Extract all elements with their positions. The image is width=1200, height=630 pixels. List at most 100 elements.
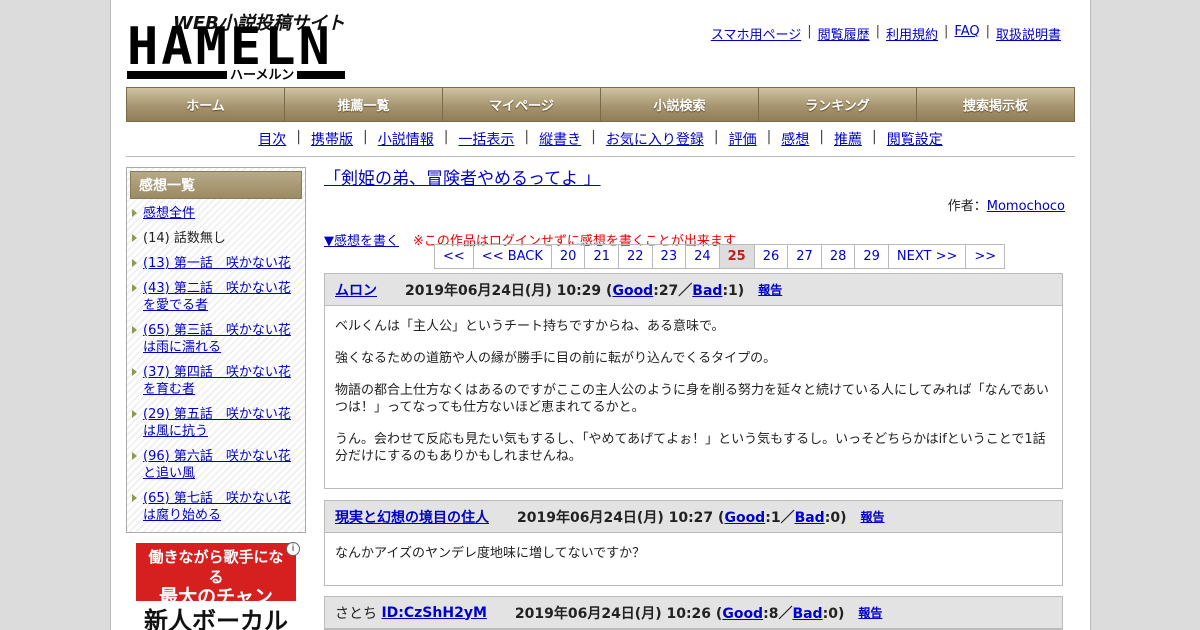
nav-ranking[interactable]: ランキング: [759, 88, 917, 121]
pager-page[interactable]: 20: [552, 245, 586, 268]
pager-page[interactable]: 27: [788, 245, 822, 268]
sidebar-item-label[interactable]: (65) 第七話 咲かない花は腐り始める: [143, 491, 291, 523]
separator: |: [443, 129, 449, 145]
bullet-triangle-icon: [132, 259, 137, 267]
pager-page[interactable]: 21: [585, 245, 619, 268]
toplink-smartphone[interactable]: スマホ用ページ: [711, 24, 801, 43]
nav-board[interactable]: 捜索掲示板: [917, 88, 1074, 121]
pager-page[interactable]: 22: [619, 245, 653, 268]
good-link[interactable]: Good: [612, 283, 653, 299]
commenter-name[interactable]: ムロン: [335, 280, 377, 300]
subnav-favorite[interactable]: お気に入り登録: [606, 129, 704, 149]
comment-body: なんかアイズのヤンデレ度地味に増してないですか？: [325, 533, 1062, 585]
main-content: 「剣姫の弟、冒険者やめるってよ 」 作者：Momochoco ▼感想を書く ※この…: [324, 164, 1065, 630]
sidebar-item[interactable]: (96) 第六話 咲かない花と追い風: [130, 448, 302, 482]
toplink-manual[interactable]: 取扱説明書: [996, 24, 1061, 43]
subnav-info[interactable]: 小説情報: [378, 129, 434, 149]
subnav-bulk[interactable]: 一括表示: [458, 129, 514, 149]
pager-page[interactable]: 28: [822, 245, 856, 268]
pager-page[interactable]: 23: [653, 245, 687, 268]
nav-recommend[interactable]: 推薦一覧: [285, 88, 443, 121]
pager-page[interactable]: 26: [755, 245, 789, 268]
novel-title[interactable]: 「剣姫の弟、冒険者やめるってよ 」: [324, 164, 601, 189]
sidebar-item[interactable]: (65) 第七話 咲かない花は腐り始める: [130, 490, 302, 524]
bullet-triangle-icon: [132, 452, 137, 460]
subnav-rate[interactable]: 評価: [729, 129, 757, 149]
ad-banner[interactable]: 働きながら歌手になる 最大のチャンス!! 新人ボーカル i: [136, 542, 300, 630]
subnav-recommend[interactable]: 推薦: [834, 129, 862, 149]
separator: |: [807, 24, 812, 39]
ad-line1: 働きながら歌手になる: [148, 548, 284, 586]
sidebar-item[interactable]: (65) 第三話 咲かない花は雨に濡れる: [130, 322, 302, 356]
sidebar-item-label[interactable]: (29) 第五話 咲かない花は風に抗う: [143, 407, 291, 439]
sidebar-item-label[interactable]: 感想全件: [143, 206, 195, 221]
pager-last[interactable]: >>: [966, 245, 1004, 268]
bullet-triangle-icon: [132, 284, 137, 292]
page: WEB小説投稿サイト HAMELN ハーメルン スマホ用ページ | 閲覧履歴 | 利…: [110, 0, 1091, 630]
report-link[interactable]: 報告: [858, 604, 882, 621]
hameln-logo[interactable]: WEB小説投稿サイト HAMELN ハーメルン: [127, 8, 347, 83]
pager-page[interactable]: 29: [855, 245, 889, 268]
comment-meta: 2019年06月24日(月) 10:29 (Good:27／Bad:1): [405, 282, 745, 299]
sidebar-item-label[interactable]: (43) 第二話 咲かない花を愛でる者: [143, 281, 291, 313]
comment-header: ムロン 2019年06月24日(月) 10:29 (Good:27／Bad:1)…: [325, 274, 1062, 306]
bullet-triangle-icon: [132, 368, 137, 376]
toplink-history[interactable]: 閲覧履歴: [818, 24, 870, 43]
bad-link[interactable]: Bad: [692, 283, 722, 299]
bad-link[interactable]: Bad: [792, 606, 822, 622]
nav-home[interactable]: ホーム: [127, 88, 285, 121]
subnav-mobile[interactable]: 携帯版: [311, 129, 353, 149]
sidebar-item[interactable]: (43) 第二話 咲かない花を愛でる者: [130, 280, 302, 314]
comment-meta: 2019年06月24日(月) 10:26 (Good:8／Bad:0): [514, 605, 845, 622]
comment-paragraph: うん。会わせて反応も見たい気もするし、「やめてあげてよぉ！」という気もするし。い…: [335, 432, 1046, 464]
separator: |: [591, 129, 596, 145]
subnav-toc[interactable]: 目次: [258, 129, 286, 149]
nav-mypage[interactable]: マイページ: [443, 88, 601, 121]
pager-first[interactable]: <<: [435, 245, 474, 268]
commenter-id-link[interactable]: ID:CzShH2yM: [381, 605, 486, 621]
bullet-triangle-icon: [132, 209, 137, 217]
pager-next[interactable]: NEXT >>: [889, 245, 967, 268]
separator: |: [766, 129, 772, 145]
pager-page[interactable]: 24: [686, 245, 720, 268]
sidebar-item: (14) 話数無し: [130, 230, 302, 247]
sidebar-item-label[interactable]: (37) 第四話 咲かない花を育む者: [143, 365, 291, 397]
pager-back[interactable]: << BACK: [474, 245, 552, 268]
sidebar-item[interactable]: 感想全件: [130, 205, 302, 222]
subnav-comments[interactable]: 感想: [781, 129, 809, 149]
toplink-terms[interactable]: 利用規約: [886, 24, 938, 43]
nav-search[interactable]: 小説検索: [601, 88, 759, 121]
good-link[interactable]: Good: [722, 606, 763, 622]
bullet-triangle-icon: [132, 410, 137, 418]
bad-count: 0: [830, 509, 841, 526]
sidebar-item[interactable]: (13) 第一話 咲かない花: [130, 255, 302, 272]
sidebar: 感想一覧 感想全件 (14) 話数無し (13) 第一話 咲かない花 (43) …: [126, 167, 306, 533]
toplink-faq[interactable]: FAQ: [954, 24, 979, 43]
write-comment-link[interactable]: ▼感想を書く: [324, 234, 399, 249]
separator: |: [875, 24, 880, 39]
separator: |: [362, 129, 368, 145]
sidebar-item-label[interactable]: (65) 第三話 咲かない花は雨に濡れる: [143, 323, 291, 355]
ad-info-icon[interactable]: i: [286, 542, 300, 556]
top-links: スマホ用ページ | 閲覧履歴 | 利用規約 | FAQ | 取扱説明書: [711, 24, 1061, 43]
comment-meta: 2019年06月24日(月) 10:27 (Good:1／Bad:0): [517, 509, 847, 526]
author-link[interactable]: Momochoco: [987, 199, 1065, 214]
report-link[interactable]: 報告: [860, 508, 884, 525]
bad-link[interactable]: Bad: [795, 510, 825, 526]
sidebar-item-label[interactable]: (13) 第一話 咲かない花: [143, 256, 291, 271]
sidebar-item[interactable]: (37) 第四話 咲かない花を育む者: [130, 364, 302, 398]
good-count: 1: [770, 509, 781, 526]
sidebar-item-label[interactable]: (96) 第六話 咲かない花と追い風: [143, 449, 291, 481]
commenter-name[interactable]: 現実と幻想の境目の住人: [335, 507, 489, 527]
report-link[interactable]: 報告: [758, 281, 782, 298]
subnav-settings[interactable]: 閲覧設定: [887, 129, 943, 149]
good-link[interactable]: Good: [724, 510, 765, 526]
comment-header: 現実と幻想の境目の住人 2019年06月24日(月) 10:27 (Good:1…: [325, 501, 1062, 533]
subnav-vertical[interactable]: 縦書き: [539, 129, 581, 149]
sidebar-item[interactable]: (29) 第五話 咲かない花は風に抗う: [130, 406, 302, 440]
comment-header: さとち ID:CzShH2yM 2019年06月24日(月) 10:26 (Go…: [325, 597, 1062, 629]
good-count: 8: [768, 605, 779, 622]
bullet-triangle-icon: [132, 494, 137, 502]
good-count: 27: [658, 282, 679, 299]
sidebar-heading: 感想一覧: [130, 171, 302, 199]
